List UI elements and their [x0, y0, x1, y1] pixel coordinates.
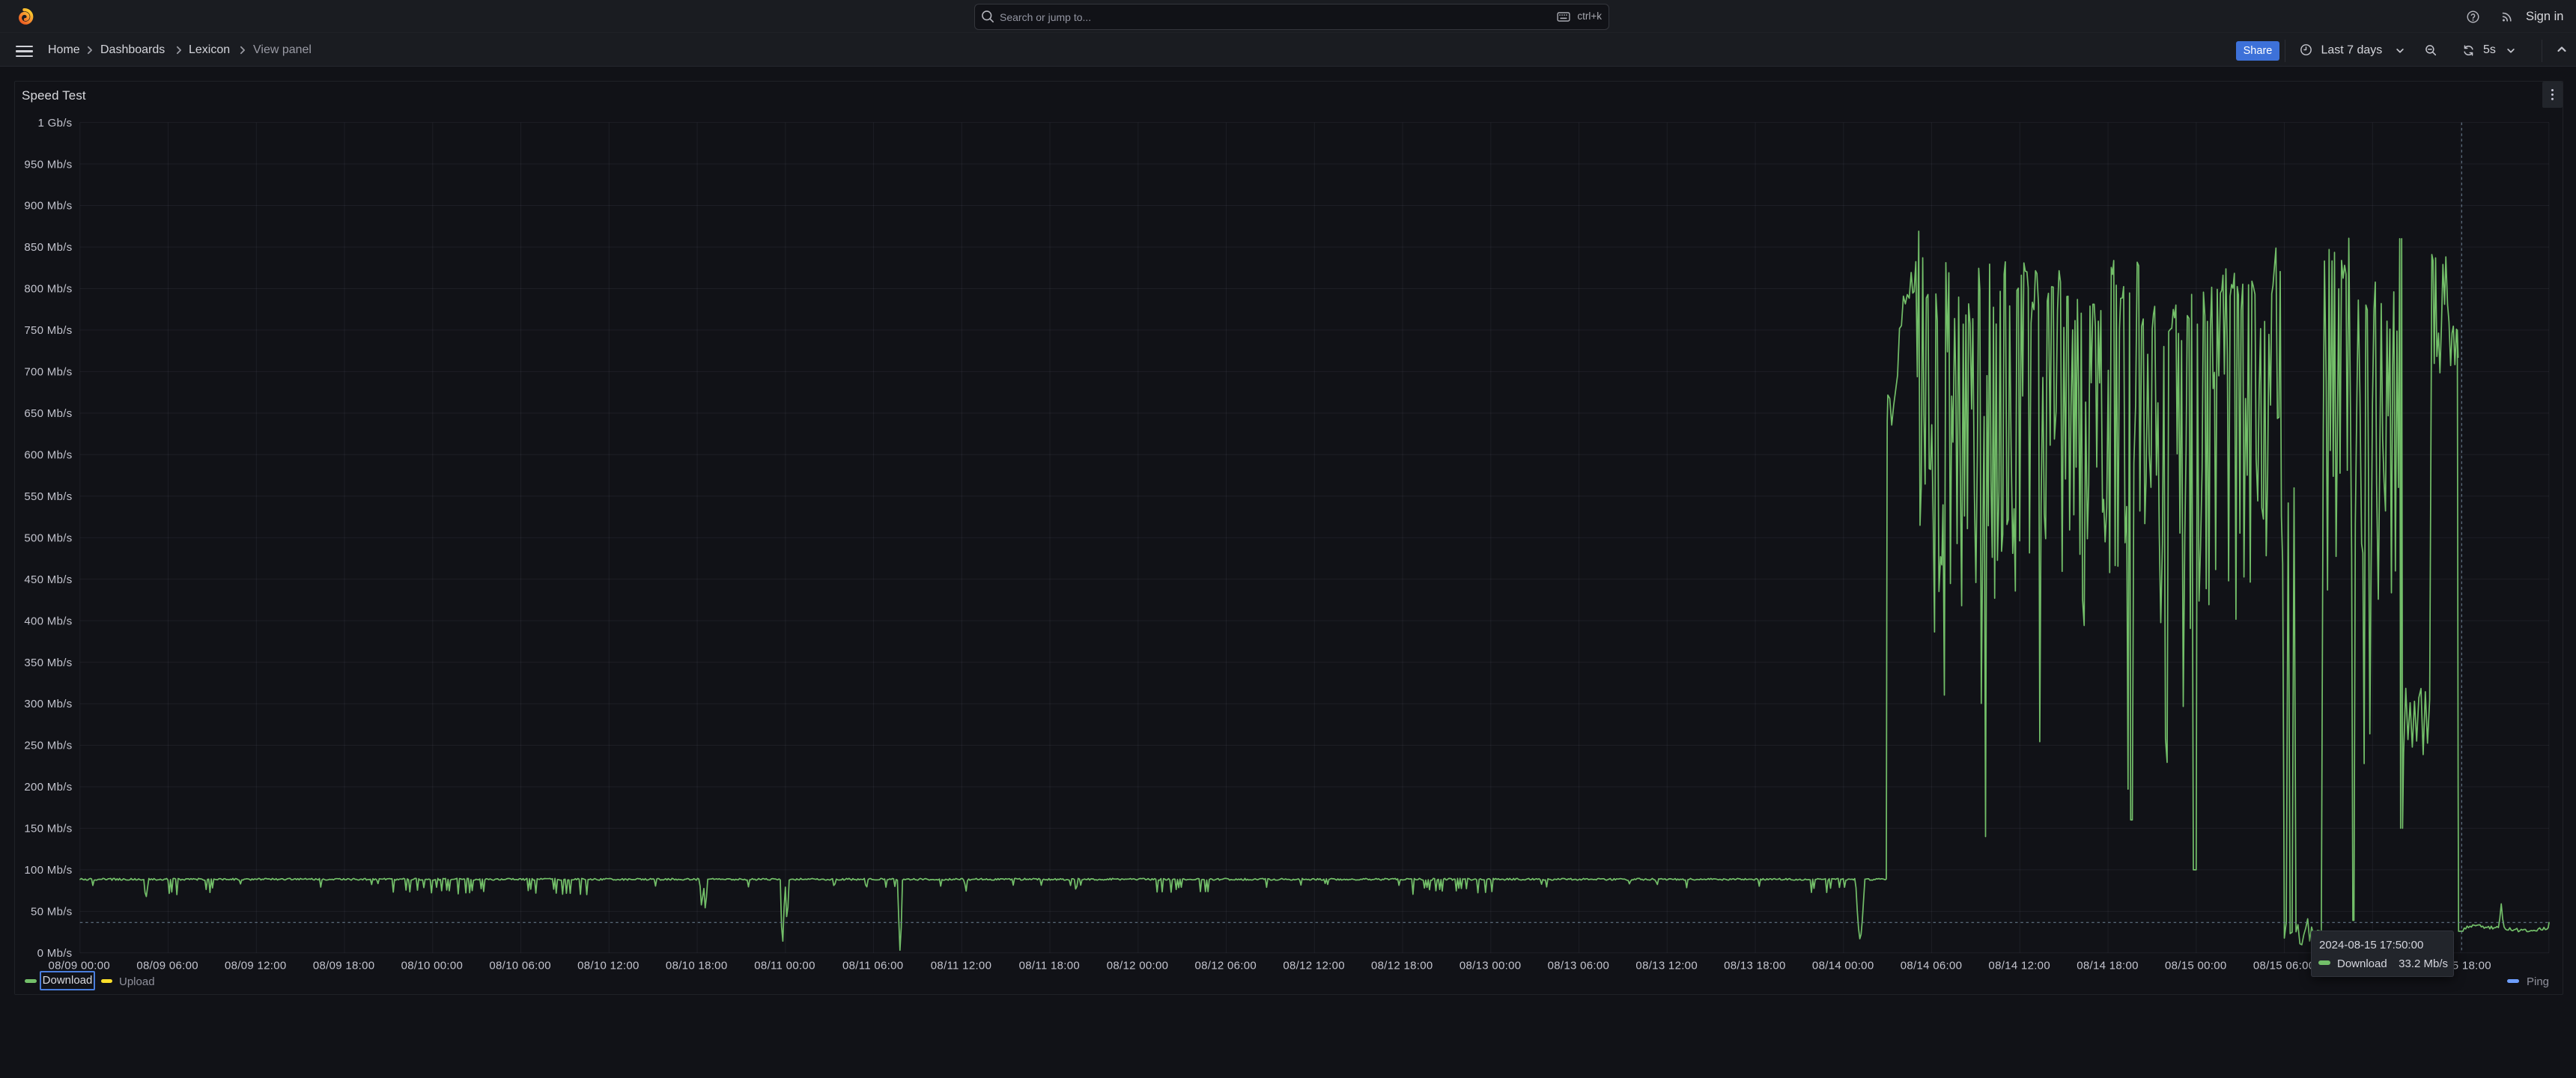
svg-text:100 Mb/s: 100 Mb/s — [24, 864, 72, 877]
svg-text:08/13 18:00: 08/13 18:00 — [1724, 959, 1786, 972]
svg-text:1 Gb/s: 1 Gb/s — [38, 117, 73, 130]
svg-text:08/14 06:00: 08/14 06:00 — [1901, 959, 1963, 972]
svg-text:550 Mb/s: 550 Mb/s — [24, 490, 72, 503]
svg-text:08/10 18:00: 08/10 18:00 — [666, 959, 728, 972]
svg-text:08/09 12:00: 08/09 12:00 — [225, 959, 287, 972]
svg-text:08/14 00:00: 08/14 00:00 — [1812, 959, 1874, 972]
svg-text:400 Mb/s: 400 Mb/s — [24, 615, 72, 627]
svg-text:08/13 12:00: 08/13 12:00 — [1635, 959, 1698, 972]
svg-text:08/12 12:00: 08/12 12:00 — [1283, 959, 1345, 972]
svg-text:250 Mb/s: 250 Mb/s — [24, 740, 72, 752]
svg-text:08/11 06:00: 08/11 06:00 — [842, 959, 903, 972]
svg-text:08/11 12:00: 08/11 12:00 — [931, 959, 991, 972]
svg-text:750 Mb/s: 750 Mb/s — [24, 324, 72, 337]
svg-text:0 Mb/s: 0 Mb/s — [37, 947, 73, 960]
svg-text:08/09 06:00: 08/09 06:00 — [136, 959, 198, 972]
svg-text:08/13 06:00: 08/13 06:00 — [1548, 959, 1610, 972]
svg-text:08/09 18:00: 08/09 18:00 — [313, 959, 375, 972]
svg-text:08/11 18:00: 08/11 18:00 — [1019, 959, 1080, 972]
svg-text:08/12 00:00: 08/12 00:00 — [1107, 959, 1169, 972]
svg-text:08/13 00:00: 08/13 00:00 — [1459, 959, 1522, 972]
svg-text:08/12 06:00: 08/12 06:00 — [1195, 959, 1257, 972]
svg-text:150 Mb/s: 150 Mb/s — [24, 823, 72, 835]
svg-text:08/15 00:00: 08/15 00:00 — [2165, 959, 2227, 972]
svg-text:500 Mb/s: 500 Mb/s — [24, 532, 72, 544]
svg-text:08/14 18:00: 08/14 18:00 — [2077, 959, 2139, 972]
svg-text:200 Mb/s: 200 Mb/s — [24, 781, 72, 794]
svg-text:950 Mb/s: 950 Mb/s — [24, 158, 72, 171]
svg-text:08/14 12:00: 08/14 12:00 — [1988, 959, 2050, 972]
svg-text:08/10 00:00: 08/10 00:00 — [401, 959, 464, 972]
svg-text:08/15 06:00: 08/15 06:00 — [2253, 959, 2315, 972]
svg-text:08/10 12:00: 08/10 12:00 — [577, 959, 640, 972]
svg-text:350 Mb/s: 350 Mb/s — [24, 657, 72, 669]
svg-text:650 Mb/s: 650 Mb/s — [24, 407, 72, 420]
svg-text:08/11 00:00: 08/11 00:00 — [754, 959, 815, 972]
svg-text:08/10 06:00: 08/10 06:00 — [489, 959, 551, 972]
svg-text:800 Mb/s: 800 Mb/s — [24, 283, 72, 296]
svg-text:900 Mb/s: 900 Mb/s — [24, 200, 72, 213]
svg-text:600 Mb/s: 600 Mb/s — [24, 449, 72, 462]
svg-text:300 Mb/s: 300 Mb/s — [24, 698, 72, 710]
svg-text:08/09 00:00: 08/09 00:00 — [49, 959, 111, 972]
svg-text:700 Mb/s: 700 Mb/s — [24, 366, 72, 379]
svg-text:50 Mb/s: 50 Mb/s — [31, 906, 72, 919]
svg-text:08/12 18:00: 08/12 18:00 — [1371, 959, 1433, 972]
svg-text:850 Mb/s: 850 Mb/s — [24, 241, 72, 254]
svg-text:450 Mb/s: 450 Mb/s — [24, 573, 72, 586]
